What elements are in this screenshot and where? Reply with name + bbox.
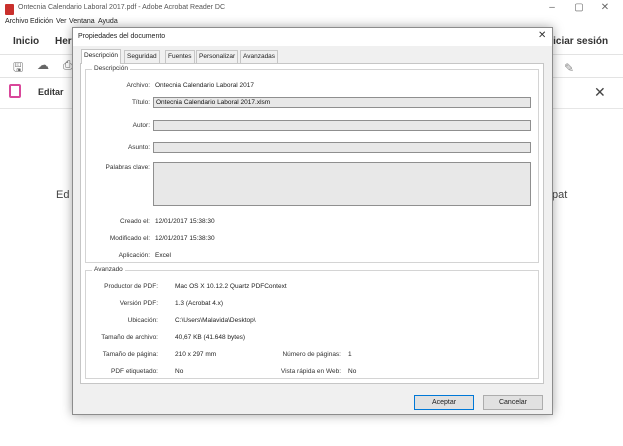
- description-group: Descripción Archivo: Ontecnia Calendario…: [85, 65, 539, 263]
- advanced-group-title: Avanzado: [92, 266, 125, 273]
- maximize-icon[interactable]: ▢: [572, 2, 586, 13]
- tab-inicio[interactable]: Inicio: [13, 36, 39, 47]
- created-value: 12/01/2017 15:38:30: [155, 218, 215, 225]
- page-size-value: 210 x 297 mm: [175, 351, 217, 358]
- created-label: Creado el:: [120, 218, 150, 225]
- cancel-button[interactable]: Cancelar: [483, 395, 543, 410]
- tagged-pdf-value: No: [175, 368, 184, 375]
- page-size-label: Tamaño de página:: [102, 351, 158, 358]
- file-size-label: Tamaño de archivo:: [101, 334, 158, 341]
- menu-edicion[interactable]: Edición: [30, 18, 53, 25]
- fast-web-view-label: Vista rápida en Web:: [280, 368, 341, 375]
- page-count-label: Número de páginas:: [282, 351, 341, 358]
- dialog-titlebar: Propiedades del documento ✕: [73, 28, 552, 46]
- title-label: Título:: [131, 99, 150, 106]
- close-window-icon[interactable]: ✕: [598, 2, 612, 13]
- menu-ventana[interactable]: Ventana: [69, 18, 95, 25]
- location-label: Ubicación:: [127, 317, 158, 324]
- pdf-version-value: 1.3 (Acrobat 4.x): [175, 300, 224, 307]
- background-text-fragment: Ed: [56, 189, 70, 201]
- title-field[interactable]: Ontecnia Calendario Laboral 2017.xlsm: [153, 97, 531, 108]
- keywords-field[interactable]: [153, 162, 531, 206]
- tagged-pdf-label: PDF etiquetado:: [111, 368, 158, 375]
- keywords-label: Palabras clave:: [105, 164, 150, 171]
- app-title: Ontecnia Calendario Laboral 2017.pdf - A…: [18, 4, 226, 11]
- document-properties-dialog: Propiedades del documento ✕ Descripción …: [72, 27, 553, 415]
- dialog-close-icon[interactable]: ✕: [538, 30, 546, 41]
- tab-seguridad[interactable]: Seguridad: [124, 50, 160, 63]
- file-label: Archivo:: [126, 82, 150, 89]
- application-value: Excel: [155, 252, 171, 259]
- sign-icon[interactable]: ✎: [564, 61, 574, 75]
- background-text-fragment: pat: [552, 189, 568, 201]
- subject-label: Asunto:: [127, 144, 150, 151]
- tab-avanzadas[interactable]: Avanzadas: [240, 50, 279, 63]
- edit-pdf-icon: [9, 84, 21, 98]
- pdf-version-label: Versión PDF:: [119, 300, 158, 307]
- menu-ver[interactable]: Ver: [56, 18, 67, 25]
- sign-in-link[interactable]: niciar sesión: [547, 36, 608, 47]
- subject-field[interactable]: [153, 142, 531, 153]
- accept-button[interactable]: Aceptar: [414, 395, 474, 410]
- tab-herramientas[interactable]: Her: [55, 36, 72, 47]
- modified-value: 12/01/2017 15:38:30: [155, 235, 215, 242]
- page-count-value: 1: [348, 351, 352, 358]
- tab-descripcion[interactable]: Descripción: [81, 49, 121, 64]
- acrobat-icon: [5, 4, 14, 15]
- menu-ayuda[interactable]: Ayuda: [98, 18, 118, 25]
- description-tab-panel: Descripción Archivo: Ontecnia Calendario…: [80, 63, 544, 384]
- save-icon[interactable]: 🖫: [13, 58, 23, 79]
- file-value: Ontecnia Calendario Laboral 2017: [155, 82, 255, 89]
- advanced-group: Avanzado Productor de PDF: Mac OS X 10.1…: [85, 266, 539, 379]
- location-value: C:\Users\Malavida\Desktop\: [175, 317, 256, 324]
- tab-personalizar[interactable]: Personalizar: [196, 50, 239, 63]
- application-label: Aplicación:: [118, 252, 150, 259]
- author-field[interactable]: [153, 120, 531, 131]
- fast-web-view-value: No: [348, 368, 357, 375]
- tab-fuentes[interactable]: Fuentes: [165, 50, 195, 63]
- upload-cloud-icon[interactable]: ☁: [37, 58, 49, 72]
- close-panel-icon[interactable]: ✕: [594, 84, 606, 101]
- minimize-icon[interactable]: –: [545, 2, 559, 13]
- file-size-value: 40,67 KB (41.648 bytes): [175, 334, 246, 341]
- menu-archivo[interactable]: Archivo: [5, 18, 28, 25]
- edit-panel-label: Editar: [38, 87, 64, 97]
- pdf-producer-label: Productor de PDF:: [104, 283, 158, 290]
- author-label: Autor:: [132, 122, 150, 129]
- pdf-producer-value: Mac OS X 10.12.2 Quartz PDFContext: [175, 283, 287, 290]
- dialog-title: Propiedades del documento: [78, 33, 166, 40]
- modified-label: Modificado el:: [109, 235, 150, 242]
- description-group-title: Descripción: [92, 65, 130, 72]
